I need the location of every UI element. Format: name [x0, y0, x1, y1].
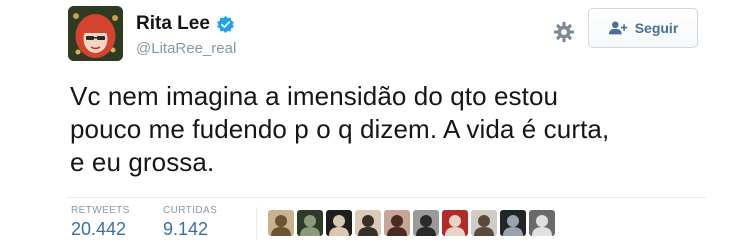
user-avatar-icon [471, 210, 497, 236]
retweets-label: RETWEETS [71, 205, 130, 216]
author-name-row: Rita Lee [136, 13, 235, 35]
stats-separator [256, 207, 257, 239]
verified-badge-icon [217, 15, 234, 33]
add-user-icon [608, 21, 627, 35]
follow-button-label: Seguir [634, 20, 679, 36]
follow-button[interactable]: Seguir [588, 8, 698, 48]
tweet-text: Vc nem imagina a imensidão do qto estou … [70, 80, 720, 179]
profile-avatar-icon [68, 6, 123, 61]
user-avatar-icon [268, 210, 294, 236]
liker-avatar-2[interactable] [297, 210, 323, 236]
likes-label: CURTIDAS [163, 205, 218, 216]
tweet-text-line: pouco me fudendo p o q dizem. A vida é c… [70, 114, 610, 144]
liker-avatar-7[interactable] [442, 210, 468, 236]
user-avatar-icon [442, 210, 468, 236]
user-avatar-icon [529, 210, 555, 236]
liker-avatar-3[interactable] [326, 210, 352, 236]
user-avatar-icon [297, 210, 323, 236]
liker-avatar-1[interactable] [268, 210, 294, 236]
gear-icon[interactable] [553, 21, 575, 43]
retweets-stat[interactable]: RETWEETS 20.442 [71, 205, 130, 240]
retweets-count: 20.442 [71, 219, 127, 239]
author-username[interactable]: @LitaRee_real [136, 40, 236, 57]
user-avatar-icon [500, 210, 526, 236]
liker-avatar-8[interactable] [471, 210, 497, 236]
user-avatar-icon [384, 210, 410, 236]
liker-avatars [268, 210, 555, 236]
liker-avatar-5[interactable] [384, 210, 410, 236]
tweet-text-line: Vc nem imagina a imensidão do qto estou [70, 81, 559, 111]
liker-avatar-6[interactable] [413, 210, 439, 236]
user-avatar-icon [413, 210, 439, 236]
author-display-name[interactable]: Rita Lee [136, 13, 210, 35]
tweet-card: Rita Lee @LitaRee_real Seguir Vc nem ima… [0, 0, 739, 246]
liker-avatar-4[interactable] [355, 210, 381, 236]
author-avatar[interactable] [68, 6, 123, 61]
likes-stat[interactable]: CURTIDAS 9.142 [163, 205, 217, 240]
liker-avatar-9[interactable] [500, 210, 526, 236]
user-avatar-icon [355, 210, 381, 236]
user-avatar-icon [326, 210, 352, 236]
stats-divider [66, 197, 706, 198]
likes-count: 9.142 [163, 219, 209, 239]
liker-avatar-10[interactable] [529, 210, 555, 236]
tweet-text-line: e eu grossa. [70, 147, 215, 177]
